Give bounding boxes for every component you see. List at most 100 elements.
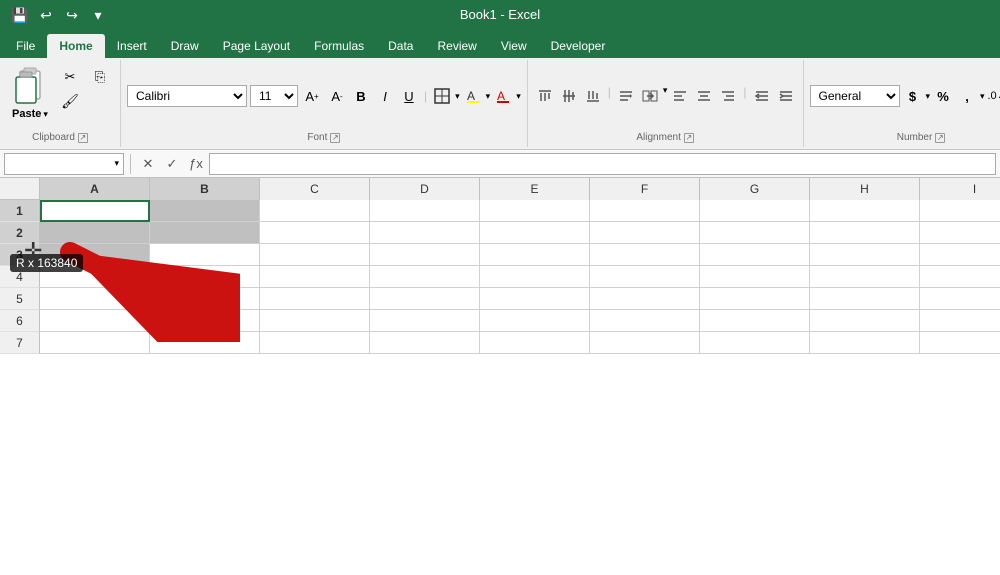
cell-C3[interactable]: [260, 244, 370, 266]
paste-dropdown-arrow[interactable]: ▾: [43, 109, 48, 120]
tab-review[interactable]: Review: [425, 34, 488, 58]
cell-B4[interactable]: [150, 266, 260, 288]
cell-F7[interactable]: [590, 332, 700, 354]
cell-C4[interactable]: [260, 266, 370, 288]
cell-H5[interactable]: [810, 288, 920, 310]
cell-E7[interactable]: [480, 332, 590, 354]
alignment-expand[interactable]: ↗: [684, 133, 694, 143]
increase-indent-button[interactable]: [775, 85, 797, 107]
tab-home[interactable]: Home: [47, 34, 104, 58]
decrease-indent-button[interactable]: [751, 85, 773, 107]
cell-B7[interactable]: [150, 332, 260, 354]
align-bottom-button[interactable]: [582, 85, 604, 107]
merge-dropdown[interactable]: ▾: [663, 85, 668, 107]
cell-D5[interactable]: [370, 288, 480, 310]
cell-H4[interactable]: [810, 266, 920, 288]
border-dropdown[interactable]: ▾: [455, 91, 460, 102]
cell-F4[interactable]: [590, 266, 700, 288]
tab-formulas[interactable]: Formulas: [302, 34, 376, 58]
align-left-button[interactable]: [669, 85, 691, 107]
cell-B1[interactable]: [150, 200, 260, 222]
font-expand[interactable]: ↗: [330, 133, 340, 143]
cell-D6[interactable]: [370, 310, 480, 332]
cell-E5[interactable]: [480, 288, 590, 310]
cell-G7[interactable]: [700, 332, 810, 354]
align-middle-button[interactable]: [558, 85, 580, 107]
cell-H2[interactable]: [810, 222, 920, 244]
currency-button[interactable]: $: [902, 85, 924, 107]
save-icon[interactable]: 💾: [10, 5, 30, 25]
cell-I6[interactable]: [920, 310, 1000, 332]
cell-F3[interactable]: [590, 244, 700, 266]
row-header-6[interactable]: 6: [0, 310, 40, 332]
col-header-F[interactable]: F: [590, 178, 700, 200]
cell-A6[interactable]: [40, 310, 150, 332]
formula-confirm-button[interactable]: ✓: [161, 153, 183, 175]
col-header-C[interactable]: C: [260, 178, 370, 200]
cell-F1[interactable]: [590, 200, 700, 222]
cell-D1[interactable]: [370, 200, 480, 222]
cell-I1[interactable]: [920, 200, 1000, 222]
align-top-button[interactable]: [534, 85, 556, 107]
customize-icon[interactable]: ▾: [88, 5, 108, 25]
cell-E3[interactable]: [480, 244, 590, 266]
cell-D2[interactable]: [370, 222, 480, 244]
cut-button[interactable]: ✂: [56, 66, 84, 88]
cell-I3[interactable]: [920, 244, 1000, 266]
copy-button[interactable]: ⎘: [86, 66, 114, 88]
shrink-font-button[interactable]: A-: [326, 85, 348, 107]
font-size-select[interactable]: 11: [250, 85, 298, 107]
currency-dropdown[interactable]: ▾: [926, 91, 931, 102]
col-header-A[interactable]: A: [40, 178, 150, 200]
cell-G4[interactable]: [700, 266, 810, 288]
paste-button[interactable]: Paste ▾: [6, 62, 54, 124]
undo-icon[interactable]: ↩: [36, 5, 56, 25]
row-header-5[interactable]: 5: [0, 288, 40, 310]
format-painter-button[interactable]: 🖌: [56, 90, 84, 112]
cell-H1[interactable]: [810, 200, 920, 222]
cell-B3[interactable]: [150, 244, 260, 266]
cell-G2[interactable]: [700, 222, 810, 244]
cell-I7[interactable]: [920, 332, 1000, 354]
tab-view[interactable]: View: [489, 34, 539, 58]
cell-E2[interactable]: [480, 222, 590, 244]
tab-developer[interactable]: Developer: [539, 34, 618, 58]
fill-color-button[interactable]: A: [462, 85, 484, 107]
cell-A7[interactable]: [40, 332, 150, 354]
cell-E6[interactable]: [480, 310, 590, 332]
row-header-7[interactable]: 7: [0, 332, 40, 354]
align-center-button[interactable]: [693, 85, 715, 107]
cell-C2[interactable]: [260, 222, 370, 244]
cell-C7[interactable]: [260, 332, 370, 354]
align-right-button[interactable]: [717, 85, 739, 107]
cell-C5[interactable]: [260, 288, 370, 310]
tab-file[interactable]: File: [4, 34, 47, 58]
cell-A2[interactable]: [40, 222, 150, 244]
cell-B2[interactable]: [150, 222, 260, 244]
merge-cells-button[interactable]: [639, 85, 661, 107]
cell-I5[interactable]: [920, 288, 1000, 310]
cell-G5[interactable]: [700, 288, 810, 310]
cell-D4[interactable]: [370, 266, 480, 288]
decrease-decimal-button[interactable]: .0←: [987, 85, 1000, 107]
tab-draw[interactable]: Draw: [159, 34, 211, 58]
underline-button[interactable]: U: [398, 85, 420, 107]
cell-E1[interactable]: [480, 200, 590, 222]
name-box[interactable]: ▾: [4, 153, 124, 175]
italic-button[interactable]: I: [374, 85, 396, 107]
col-header-I[interactable]: I: [920, 178, 1000, 200]
cell-G6[interactable]: [700, 310, 810, 332]
cell-C6[interactable]: [260, 310, 370, 332]
cell-G1[interactable]: [700, 200, 810, 222]
cell-E4[interactable]: [480, 266, 590, 288]
font-color-dropdown[interactable]: ▾: [516, 91, 521, 102]
cell-F6[interactable]: [590, 310, 700, 332]
cell-A1[interactable]: [40, 200, 150, 222]
cell-F5[interactable]: [590, 288, 700, 310]
tab-data[interactable]: Data: [376, 34, 425, 58]
cell-A5[interactable]: [40, 288, 150, 310]
col-header-G[interactable]: G: [700, 178, 810, 200]
cell-D7[interactable]: [370, 332, 480, 354]
cell-I4[interactable]: [920, 266, 1000, 288]
tab-insert[interactable]: Insert: [105, 34, 159, 58]
